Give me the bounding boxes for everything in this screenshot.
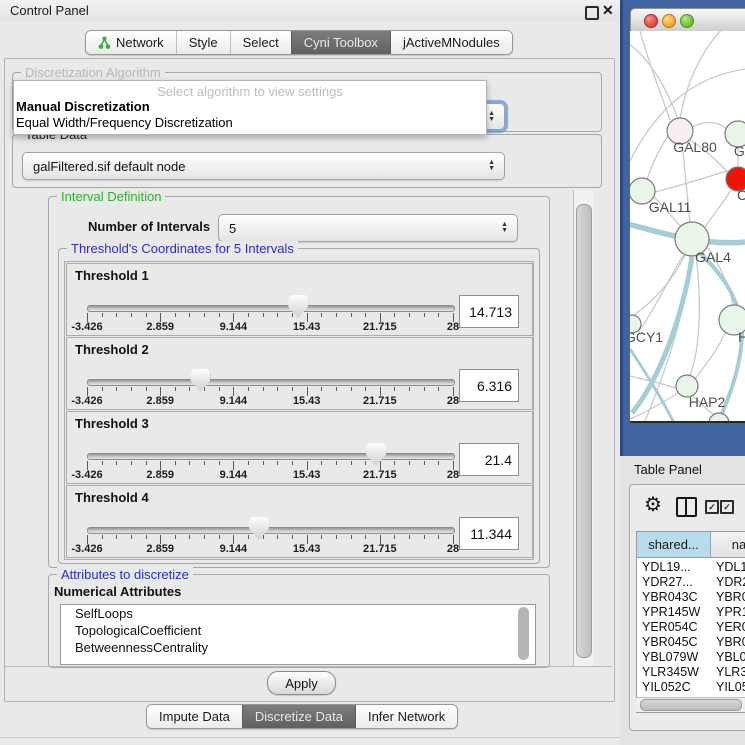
- combo-arrows-icon: ▲▼: [488, 111, 495, 123]
- bottom-tab-bar: Impute Data Discretize Data Infer Networ…: [146, 704, 458, 729]
- numerical-attributes-list[interactable]: SelfLoopsTopologicalCoefficientBetweenne…: [60, 604, 536, 665]
- svg-text:GAL11: GAL11: [649, 199, 692, 215]
- threshold-slider-track[interactable]: [87, 379, 455, 386]
- checkbox-icon[interactable]: ✓: [720, 500, 734, 514]
- control-panel-titlebar: [0, 0, 620, 22]
- svg-text:GCY1: GCY1: [630, 329, 663, 345]
- threshold-value-field[interactable]: [459, 443, 519, 476]
- tab-network[interactable]: Network: [86, 31, 176, 54]
- table-row[interactable]: YIL052CYIL052C: [637, 680, 745, 695]
- tab-infer-network[interactable]: Infer Network: [355, 705, 457, 728]
- intervals-value: 5: [229, 221, 236, 236]
- slider-tick-labels: -3.4262.8599.14415.4321.71528: [87, 543, 453, 556]
- threshold-label: Threshold 3: [75, 416, 149, 431]
- table-row[interactable]: YER054CYER054C: [637, 620, 745, 635]
- threshold-value-field[interactable]: [459, 369, 519, 402]
- slider-tick-labels: -3.4262.8599.14415.4321.71528: [87, 469, 453, 482]
- panel-scrollbar-thumb[interactable]: [576, 204, 592, 658]
- tab-style[interactable]: Style: [176, 31, 230, 54]
- combo-arrows-icon: ▲▼: [488, 160, 495, 172]
- slider-tick-labels: -3.4262.8599.14415.4321.71528: [87, 321, 453, 334]
- table-row[interactable]: YLR345WYLR345W: [637, 665, 745, 680]
- close-icon[interactable]: ✕: [602, 2, 614, 19]
- tab-select[interactable]: Select: [230, 31, 291, 54]
- svg-text:GAL80: GAL80: [673, 139, 717, 155]
- tab-cyni-toolbox[interactable]: Cyni Toolbox: [291, 31, 390, 54]
- thresholds-container: Threshold 1 -3.4262.8599.14415.4321.7152…: [64, 261, 534, 560]
- threshold-slider-track[interactable]: [87, 305, 455, 312]
- minimize-traffic-light-icon[interactable]: [662, 14, 676, 28]
- tab-jactivemnodules[interactable]: jActiveMNodules: [390, 31, 512, 54]
- threshold-panel: Threshold 2 -3.4262.8599.14415.4321.7152…: [66, 337, 533, 410]
- dropdown-option-equal-width[interactable]: Equal Width/Frequency Discretization: [14, 115, 486, 131]
- float-window-icon[interactable]: [585, 6, 599, 20]
- slider-tick-labels: -3.4262.8599.14415.4321.71528: [87, 395, 453, 408]
- threshold-value-field[interactable]: [459, 295, 519, 328]
- table-header-row: shared... name: [637, 532, 745, 558]
- table-row[interactable]: YPR145WYPR145W: [637, 605, 745, 620]
- thresholds-group-title: Threshold's Coordinates for 5 Intervals: [67, 241, 298, 256]
- tab-impute-data[interactable]: Impute Data: [147, 705, 242, 728]
- threshold-label: Threshold 2: [75, 342, 149, 357]
- network-window-titlebar[interactable]: [630, 8, 745, 33]
- attributes-list-scrollbar-thumb[interactable]: [518, 607, 529, 660]
- table-row[interactable]: YDR27...YDR27...: [637, 575, 745, 590]
- svg-text:GA: GA: [734, 143, 745, 159]
- dropdown-option-manual[interactable]: Manual Discretization: [14, 99, 486, 115]
- node-attribute-table[interactable]: shared... name YDL19...YDL19...YDR27...Y…: [636, 531, 745, 713]
- network-canvas[interactable]: GAL80 GA C GAL11 GAL4 GCY1 H HAP2: [630, 31, 745, 423]
- threshold-slider-track[interactable]: [87, 453, 455, 460]
- column-header-name[interactable]: name: [711, 532, 745, 558]
- number-of-intervals-combobox[interactable]: 5 ▲▼: [218, 214, 518, 242]
- svg-text:C: C: [737, 187, 745, 203]
- attribute-list-item[interactable]: SelfLoops: [61, 605, 535, 622]
- column-header-shared-name[interactable]: shared...: [637, 532, 711, 558]
- close-traffic-light-icon[interactable]: [644, 14, 658, 28]
- numerical-attributes-label: Numerical Attributes: [54, 584, 181, 599]
- network-graph: GAL80 GA C GAL11 GAL4 GCY1 H HAP2: [630, 31, 745, 421]
- viewport-divider: [5, 666, 612, 667]
- threshold-panel: Threshold 3 -3.4262.8599.14415.4321.7152…: [66, 411, 533, 484]
- interval-definition-title: Interval Definition: [57, 189, 165, 204]
- attribute-list-item[interactable]: TopologicalCoefficient: [61, 622, 535, 639]
- dropdown-hint: Select algorithm to view settings: [14, 81, 486, 99]
- discretization-algorithm-title: Discretization Algorithm: [21, 65, 165, 80]
- table-row[interactable]: YBR043CYBR043C: [637, 590, 745, 605]
- top-tab-bar: Network Style Select Cyni Toolbox jActiv…: [85, 30, 513, 55]
- threshold-value-field[interactable]: [459, 517, 519, 550]
- zoom-traffic-light-icon[interactable]: [680, 14, 694, 28]
- table-row[interactable]: YBR045CYBR045C: [637, 635, 745, 650]
- svg-text:H: H: [738, 329, 745, 345]
- table-data-selected: galFiltered.sif default node: [33, 159, 185, 174]
- gear-icon[interactable]: ⚙: [644, 492, 662, 517]
- number-of-intervals-label: Number of Intervals: [88, 219, 210, 234]
- table-panel-title: Table Panel: [634, 462, 702, 477]
- column-layout-icon[interactable]: [676, 497, 697, 517]
- checkbox-icon[interactable]: ✓: [705, 500, 719, 514]
- combo-arrows-icon: ▲▼: [501, 222, 508, 234]
- table-data-combobox[interactable]: galFiltered.sif default node ▲▼: [22, 152, 505, 180]
- network-icon: [98, 36, 111, 50]
- threshold-label: Threshold 4: [75, 490, 149, 505]
- bottom-divider: [0, 737, 620, 738]
- table-row[interactable]: YDL19...YDL19...: [637, 560, 745, 575]
- table-row[interactable]: YBL079WYBL079W: [637, 650, 745, 665]
- algorithm-dropdown-popup: Select algorithm to view settings Manual…: [13, 80, 487, 135]
- svg-text:GAL4: GAL4: [695, 249, 731, 265]
- attribute-list-item[interactable]: BetweennessCentrality: [61, 639, 535, 656]
- threshold-panel: Threshold 1 -3.4262.8599.14415.4321.7152…: [66, 263, 533, 336]
- threshold-label: Threshold 1: [75, 268, 149, 283]
- apply-button[interactable]: Apply: [267, 671, 336, 695]
- threshold-slider-track[interactable]: [87, 527, 455, 534]
- svg-text:HAP2: HAP2: [689, 394, 726, 410]
- attributes-group-title: Attributes to discretize: [57, 567, 193, 582]
- table-hscrollbar-thumb[interactable]: [640, 699, 742, 711]
- tab-discretize-data[interactable]: Discretize Data: [242, 705, 355, 728]
- threshold-panel: Threshold 4 -3.4262.8599.14415.4321.7152…: [66, 485, 533, 558]
- panel-title: Control Panel: [10, 3, 89, 18]
